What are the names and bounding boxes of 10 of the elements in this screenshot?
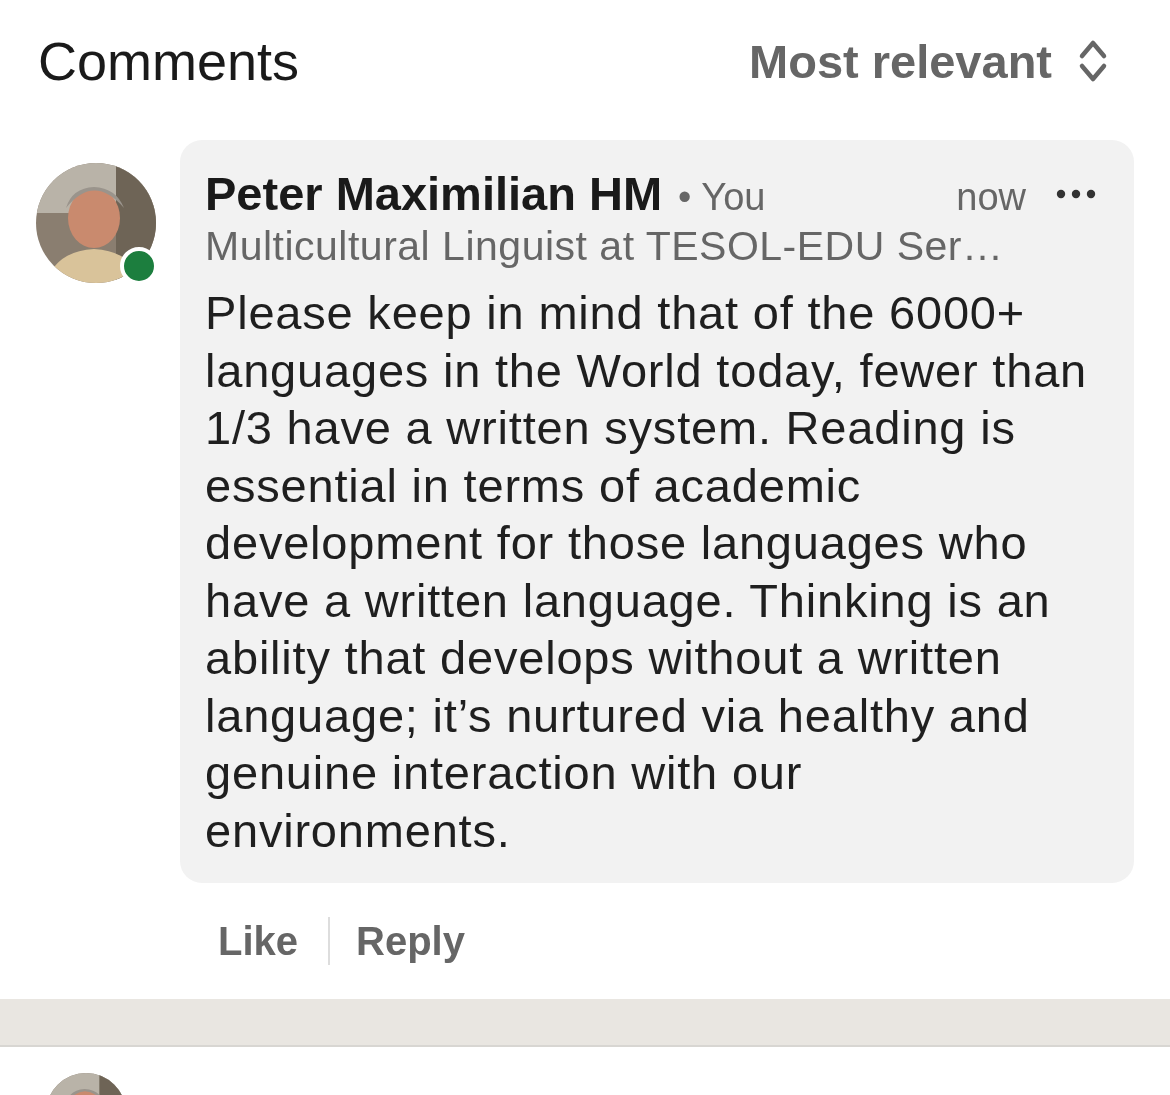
reply-button[interactable]: Reply (356, 918, 465, 964)
sort-dropdown[interactable]: Most relevant (749, 33, 1108, 89)
like-button[interactable]: Like (218, 918, 299, 964)
section-title: Comments (38, 30, 300, 92)
you-label: • You (678, 176, 766, 219)
more-options-button[interactable] (1056, 188, 1096, 199)
timestamp: now (956, 176, 1026, 219)
author-headline: Multicultural Linguist at TESOL-EDU Ser… (205, 223, 1005, 270)
comment-text: Please keep in mind that of the 6000+ languages in the World today, fewer than 1/3 have a written system. Reading is essential in terms of academic development for those languages who have a written language. Thinking is an ability that develops without a written language; it’s nurtured via healthy and genuine interaction with our environments. (205, 285, 1088, 859)
author-name[interactable]: Peter Maximilian HM (205, 166, 663, 221)
